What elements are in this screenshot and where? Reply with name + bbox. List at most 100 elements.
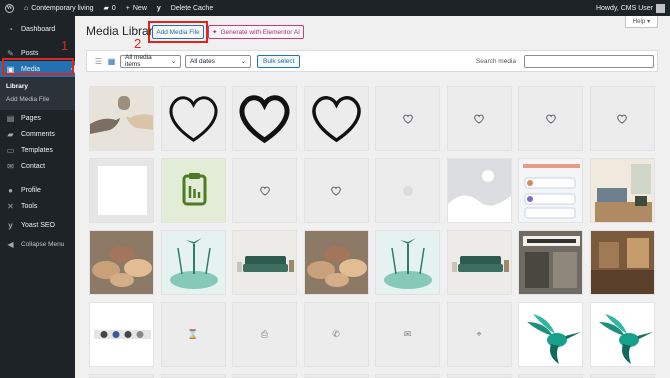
media-tile-heart-icon[interactable] — [232, 158, 297, 223]
media-tile-partial[interactable] — [589, 374, 655, 378]
media-tile-hummingbird-illustration[interactable] — [518, 302, 583, 367]
media-tile-partial[interactable] — [375, 374, 440, 378]
sidebar-item-label: Pages — [21, 114, 41, 122]
media-tile-partial[interactable] — [232, 374, 297, 378]
media-tile-map-pin-icon[interactable]: ⌖ — [446, 302, 512, 367]
yoast-icon: y — [8, 220, 13, 230]
date-filter[interactable]: All dates ⌄ — [185, 54, 251, 68]
sidebar-item-label: Tools — [21, 202, 38, 210]
media-grid: ⌛ ⎙ ✆ ✉ ⌖ — [89, 86, 659, 378]
sidebar-item-tools[interactable]: ✕ Tools — [0, 198, 75, 214]
heart-outline-bold-thumbnail — [239, 95, 290, 144]
search-input[interactable] — [524, 54, 654, 68]
sidebar-item-dashboard[interactable]: ◔ Dashboard — [0, 21, 75, 37]
media-tile-heart-icon[interactable] — [375, 86, 440, 151]
envelope-icon: ✉ — [7, 161, 14, 171]
add-media-file-button[interactable]: Add Media File — [152, 25, 204, 39]
yoast-menu[interactable]: y — [152, 0, 166, 16]
media-tile-hands-together-photo[interactable] — [303, 230, 369, 295]
media-tile-social-icons-strip[interactable] — [89, 302, 154, 367]
workshop-photo-thumbnail — [590, 231, 654, 294]
plant-hands-illustration-thumbnail — [376, 231, 439, 294]
grid-view-icon[interactable]: ▦ — [107, 57, 116, 66]
pin-icon: ✎ — [7, 48, 14, 58]
media-tile-heart-icon[interactable] — [446, 86, 512, 151]
media-tile-partial[interactable] — [89, 374, 154, 378]
media-tile-green-sofa-photo[interactable] — [446, 230, 512, 295]
green-sofa-photo-thumbnail — [447, 231, 511, 294]
collapse-arrow-icon: ◀ — [7, 239, 14, 249]
submenu-item-library[interactable]: Library — [0, 80, 75, 93]
media-tile-hands-together-photo[interactable] — [89, 230, 154, 295]
media-tile-heart-icon[interactable] — [589, 86, 655, 151]
hands-reaching-photo-thumbnail — [90, 87, 153, 150]
map-pin-icon: ⌖ — [476, 329, 482, 339]
media-tile-living-room-photo[interactable] — [589, 158, 655, 223]
media-tile-partial[interactable] — [446, 374, 512, 378]
media-tile-workshop-photo[interactable] — [589, 230, 655, 295]
site-name-link[interactable]: ⌂ Contemporary living — [19, 0, 98, 16]
media-tile-heart-outline-large[interactable] — [160, 86, 226, 151]
media-tile-blank-circle-placeholder[interactable] — [375, 158, 440, 223]
dashboard-icon: ◔ — [8, 24, 13, 34]
sidebar-item-profile[interactable]: ● Profile — [0, 182, 75, 198]
printer-icon: ⎙ — [260, 329, 269, 339]
green-sofa-photo-thumbnail — [233, 231, 296, 294]
account-menu[interactable]: Howdy, CMS User — [591, 0, 670, 16]
annotation-step-1: 1 — [61, 38, 69, 53]
media-tile-image-placeholder[interactable] — [446, 158, 512, 223]
heart-icon — [259, 186, 270, 196]
media-tile-plant-hands-illustration[interactable] — [160, 230, 226, 295]
media-tile-hummingbird-illustration[interactable] — [589, 302, 655, 367]
media-tile-partial[interactable] — [518, 374, 583, 378]
site-name-label: Contemporary living — [31, 4, 94, 12]
bulk-select-button[interactable]: Bulk select — [257, 54, 301, 68]
heart-icon — [331, 186, 341, 196]
media-tile-phone-icon[interactable]: ✆ — [303, 302, 369, 367]
media-tile-white-square-image[interactable] — [89, 158, 154, 223]
sidebar-item-comments[interactable]: ▰ Comments — [0, 126, 75, 142]
media-type-filter[interactable]: All media items ⌄ — [120, 54, 181, 68]
hands-together-photo-thumbnail — [304, 231, 368, 294]
sidebar-item-pages[interactable]: ▤ Pages — [0, 110, 75, 126]
media-tile-envelope-icon[interactable]: ✉ — [375, 302, 440, 367]
media-tile-heart-icon[interactable] — [518, 86, 583, 151]
collapse-menu-button[interactable]: ◀ Collapse Menu — [0, 236, 75, 252]
yoast-icon: y — [156, 4, 161, 12]
media-tile-clipboard-icon-image[interactable] — [160, 158, 226, 223]
media-tile-plant-hands-illustration[interactable] — [375, 230, 440, 295]
media-tile-hands-reaching-photo[interactable] — [89, 86, 154, 151]
elementor-ai-label: Generate with Elementor AI — [220, 28, 300, 36]
media-tile-shop-front-photo[interactable] — [518, 230, 583, 295]
media-tile-green-sofa-photo[interactable] — [232, 230, 297, 295]
media-tile-partial[interactable] — [303, 374, 369, 378]
list-view-icon[interactable]: ☰ — [94, 57, 103, 66]
page-title: Media Library — [86, 24, 159, 38]
media-tile-heart-icon[interactable] — [303, 158, 369, 223]
heart-outline-large-thumbnail — [169, 96, 217, 142]
sidebar-item-yoast[interactable]: y Yoast SEO — [0, 217, 75, 233]
media-tile-partial[interactable] — [160, 374, 226, 378]
sidebar-item-label: Templates — [21, 146, 53, 154]
chevron-down-icon: ▾ — [647, 19, 651, 25]
media-toolbar: ☰ ▦ All media items ⌄ All dates ⌄ Bulk sel… — [86, 50, 658, 72]
comments-link[interactable]: ▰ 0 — [98, 0, 120, 16]
shop-front-photo-thumbnail — [519, 231, 582, 294]
home-icon: ⌂ — [24, 4, 29, 12]
help-tab[interactable]: Help ▾ — [625, 16, 658, 28]
folder-icon: ▭ — [6, 145, 15, 155]
submenu-item-add-media-file[interactable]: Add Media File — [0, 93, 75, 106]
media-tile-hourglass-icon[interactable]: ⌛ — [160, 302, 226, 367]
delete-cache-link[interactable]: Delete Cache — [166, 0, 218, 16]
elementor-ai-button[interactable]: ✦ Generate with Elementor AI — [208, 25, 304, 39]
hummingbird-illustration-thumbnail — [590, 303, 654, 366]
media-tile-heart-outline-bold[interactable] — [232, 86, 297, 151]
new-content-link[interactable]: + New — [121, 0, 152, 16]
sidebar-item-contact[interactable]: ✉ Contact — [0, 158, 75, 174]
wordpress-logo-menu[interactable]: W — [0, 0, 19, 16]
sidebar-item-templates[interactable]: ▭ Templates — [0, 142, 75, 158]
media-tile-screenshot-reviews[interactable] — [518, 158, 583, 223]
media-tile-heart-outline-medium[interactable] — [303, 86, 369, 151]
sparkle-icon: ✦ — [212, 29, 218, 36]
media-tile-printer-icon[interactable]: ⎙ — [232, 302, 297, 367]
